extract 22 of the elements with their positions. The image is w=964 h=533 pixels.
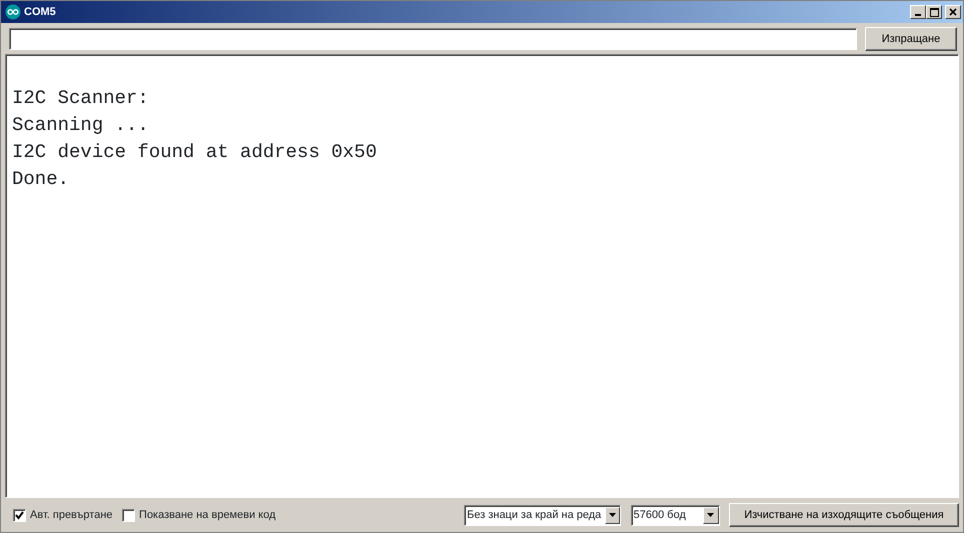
maximize-icon	[930, 8, 939, 16]
output-line: Scanning ...	[12, 113, 150, 138]
baud-rate-dropdown[interactable]: 57600 бод	[630, 504, 720, 526]
maximize-button[interactable]	[926, 5, 942, 19]
input-field[interactable]	[9, 28, 857, 50]
minimize-button[interactable]	[910, 5, 926, 19]
output-line: I2C Scanner:	[12, 86, 150, 111]
line-ending-dropdown[interactable]: Без знаци за край на реда	[464, 504, 621, 526]
send-button[interactable]: Изпращане	[865, 27, 957, 51]
close-button[interactable]	[945, 5, 961, 19]
timestamp-checkbox[interactable]	[122, 508, 136, 522]
app-logo-icon	[5, 4, 21, 20]
autoscroll-checkbox[interactable]	[13, 508, 26, 522]
caret-icon	[609, 513, 616, 517]
output-line: Done.	[12, 167, 70, 192]
autoscroll-label: Авт. превъртане	[30, 508, 113, 523]
clear-output-button[interactable]: Изчистване на изходящите съобщения	[729, 503, 959, 527]
window-title: COM5	[24, 4, 56, 20]
output-line: I2C device found at address 0x50	[12, 140, 378, 165]
caret-icon	[707, 513, 714, 517]
timestamp-label: Показване на времеви код	[139, 508, 276, 523]
close-icon	[949, 8, 957, 16]
